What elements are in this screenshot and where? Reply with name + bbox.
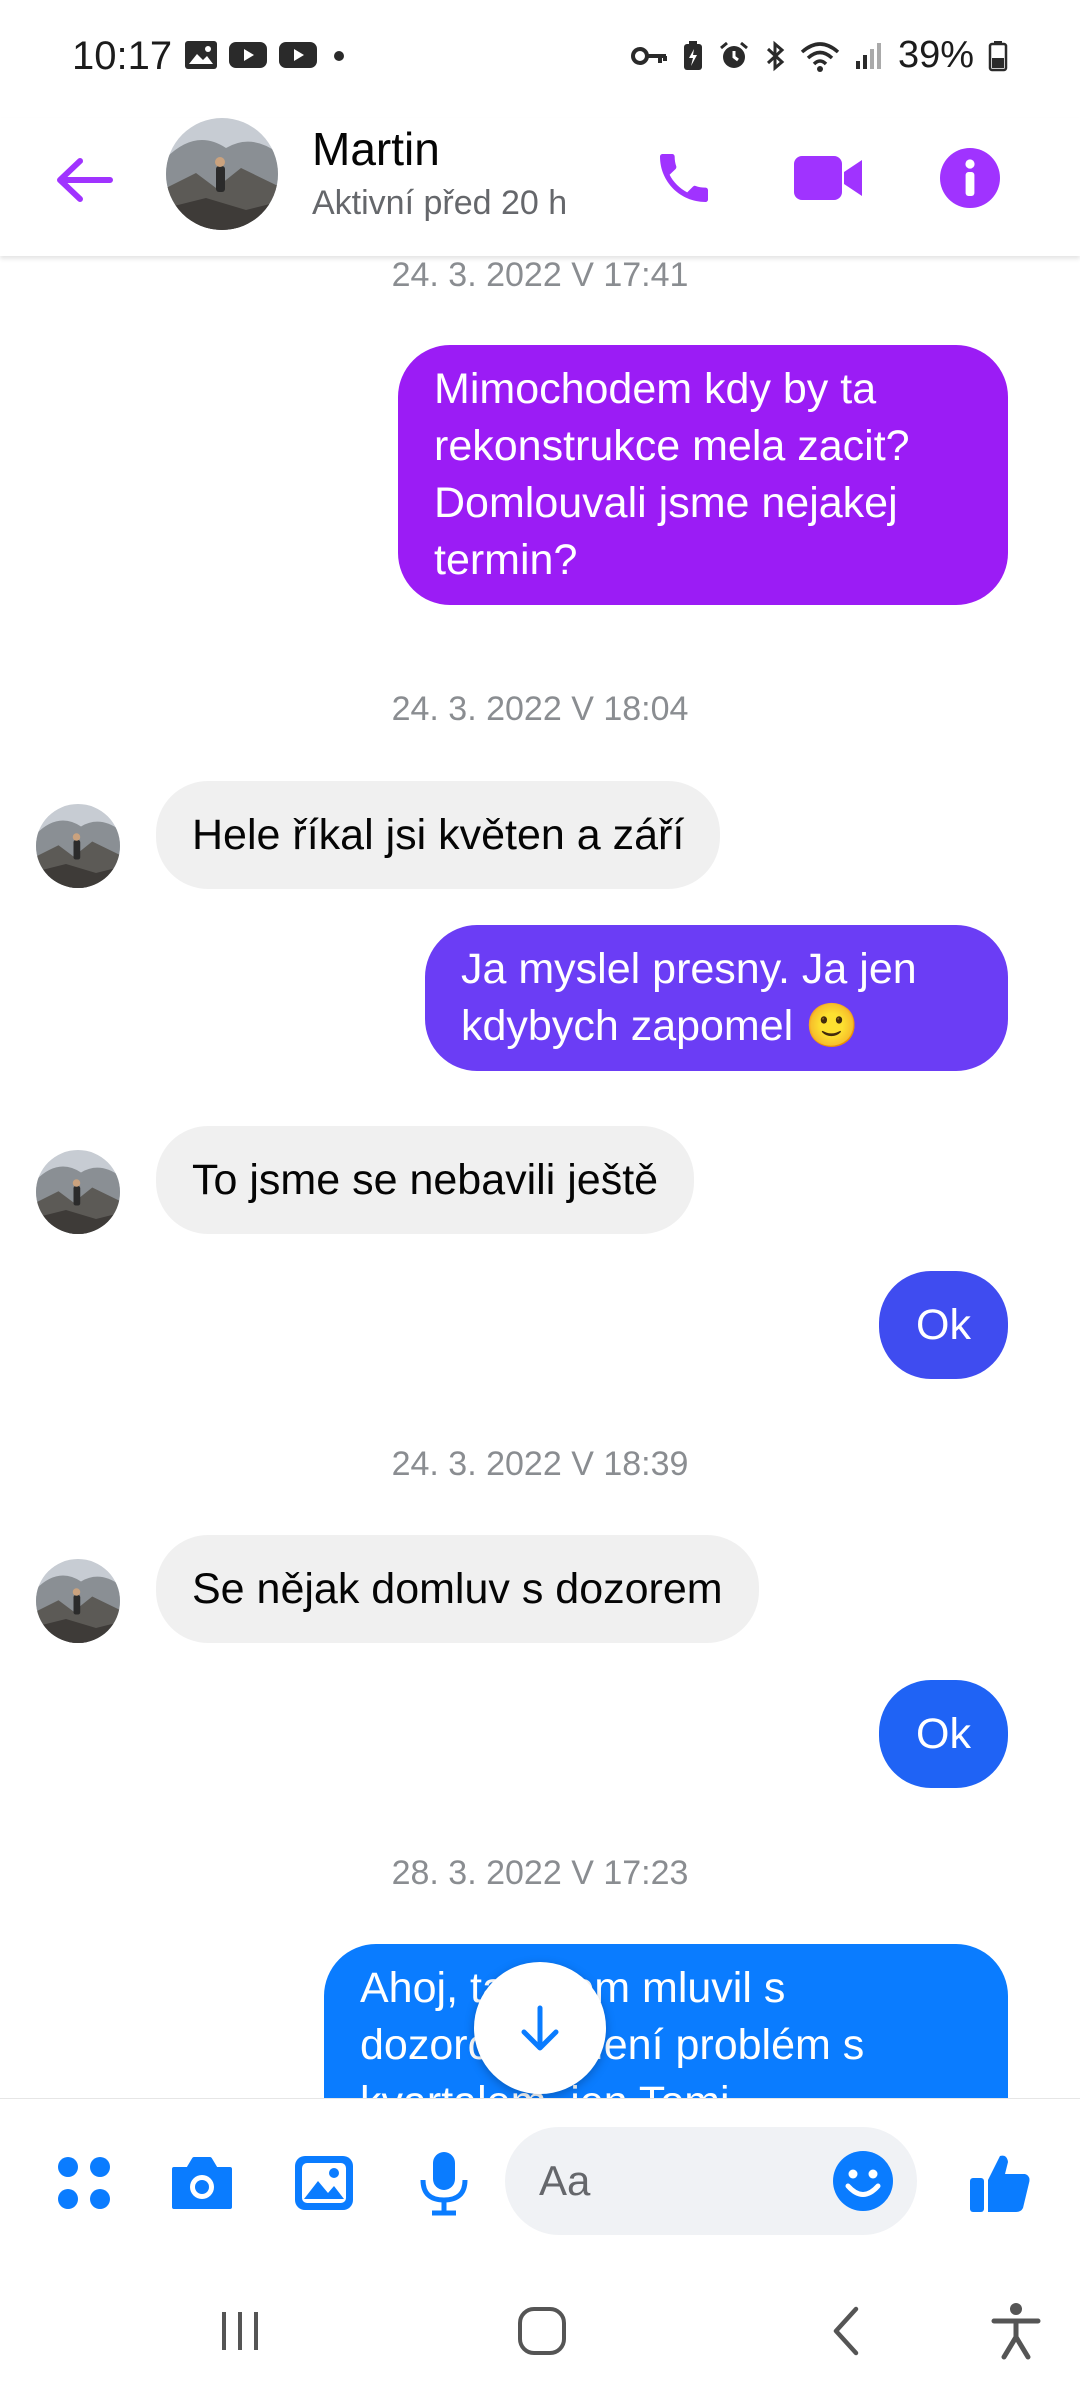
gallery-icon (295, 2156, 353, 2210)
contact-avatar-small[interactable] (36, 804, 120, 888)
back-button[interactable] (48, 144, 120, 216)
voice-message-button[interactable] (408, 2147, 480, 2219)
wifi-icon (800, 41, 840, 72)
camera-button[interactable] (166, 2147, 238, 2219)
incoming-message[interactable]: To jsme se nebavili ještě (156, 1126, 695, 1234)
timestamp: 24. 3. 2022 V 18:04 (391, 690, 689, 728)
status-bar: 10:17 39% (0, 0, 1080, 118)
timestamp: 24. 3. 2022 V 17:41 (391, 256, 689, 294)
system-navigation-bar (0, 2258, 1080, 2400)
apps-button[interactable] (48, 2147, 120, 2219)
gallery-button[interactable] (288, 2147, 360, 2219)
video-call-button[interactable] (788, 138, 868, 218)
arrow-down-icon (521, 2005, 559, 2051)
emoji-icon[interactable] (831, 2149, 895, 2213)
bluetooth-icon (766, 40, 785, 71)
contact-name[interactable]: Martin (312, 122, 440, 176)
battery-saver-icon (683, 40, 702, 70)
message-input-wrapper (505, 2127, 917, 2235)
outgoing-message[interactable]: Ahoj, tak jsem mluvil s dozorcem. Není p… (324, 1944, 1008, 2098)
contact-avatar-small[interactable] (36, 1559, 120, 1643)
video-camera-icon (794, 156, 862, 200)
arrow-left-icon (57, 158, 113, 202)
accessibility-button[interactable] (976, 2296, 1056, 2366)
recents-icon (222, 2312, 258, 2350)
battery-icon (988, 40, 1008, 71)
more-notifications-icon (334, 51, 344, 61)
accessibility-icon (991, 2303, 1041, 2360)
info-icon (940, 148, 1000, 208)
conversation-info-button[interactable] (930, 138, 1010, 218)
contact-avatar-small[interactable] (36, 1150, 120, 1234)
apps-icon (58, 2157, 110, 2209)
avatar-photo (36, 804, 120, 888)
message-thread[interactable]: 24. 3. 2022 V 17:41 Mimochodem kdy by ta… (0, 256, 1080, 2098)
camera-icon (172, 2157, 232, 2209)
youtube-notification-icon (279, 42, 317, 68)
outgoing-message[interactable]: Ok (879, 1680, 1008, 1788)
thumbs-up-icon (970, 2155, 1030, 2212)
contact-avatar[interactable] (166, 118, 278, 230)
outgoing-message[interactable]: Ok (879, 1271, 1008, 1379)
avatar-photo (166, 118, 278, 230)
phone-icon (660, 154, 708, 202)
scroll-to-bottom-button[interactable] (474, 1962, 606, 2094)
gallery-notification-icon (185, 41, 217, 69)
alarm-icon (719, 41, 748, 68)
audio-call-button[interactable] (644, 138, 724, 218)
status-time: 10:17 (72, 34, 173, 78)
battery-percent: 39% (897, 34, 974, 76)
message-input[interactable] (539, 2153, 819, 2209)
back-nav-button[interactable] (806, 2296, 886, 2366)
notification-icons (184, 40, 350, 70)
system-icons: 39% (630, 34, 1008, 77)
outgoing-message[interactable]: Ja myslel presny. Ja jen kdybych zapomel… (425, 925, 1008, 1071)
home-button[interactable] (502, 2296, 582, 2366)
microphone-icon (420, 2152, 468, 2216)
message-composer (0, 2098, 1080, 2258)
outgoing-message[interactable]: Mimochodem kdy by ta rekonstrukce mela z… (398, 345, 1008, 605)
recents-button[interactable] (200, 2296, 280, 2366)
avatar-photo (36, 1150, 120, 1234)
signal-icon (855, 42, 881, 69)
conversation-header: Martin Aktivní před 20 h (0, 118, 1080, 256)
contact-active-status: Aktivní před 20 h (312, 184, 568, 222)
timestamp: 24. 3. 2022 V 18:39 (391, 1445, 689, 1483)
avatar-photo (36, 1559, 120, 1643)
incoming-message[interactable]: Hele říkal jsi květen a září (156, 781, 721, 889)
timestamp: 28. 3. 2022 V 17:23 (391, 1854, 689, 1892)
vpn-key-icon (630, 46, 667, 65)
home-icon (518, 2307, 566, 2355)
back-icon (833, 2306, 859, 2356)
incoming-message[interactable]: Se nějak domluv s dozorem (156, 1535, 759, 1643)
like-button[interactable] (964, 2147, 1036, 2219)
youtube-notification-icon (229, 42, 267, 68)
